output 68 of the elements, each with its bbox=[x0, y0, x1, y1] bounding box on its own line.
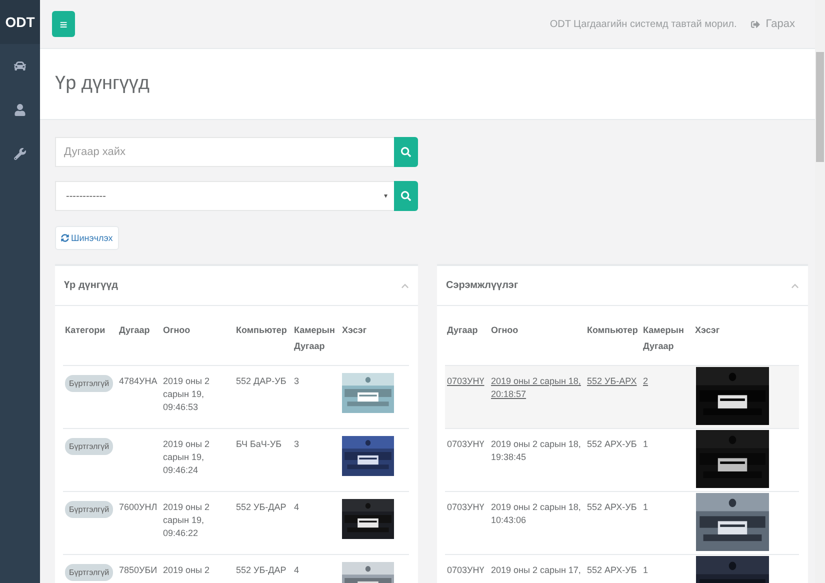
table-cell-text: 552 АРХ-УБ bbox=[586, 438, 638, 451]
table-cell-text: 1 bbox=[642, 501, 650, 514]
column-header: Компьютер bbox=[235, 324, 288, 337]
table-cell-text: 2019 оны 2 сарын 18, 10:43:06 bbox=[490, 501, 582, 527]
refresh-button[interactable]: Шинэчлэх bbox=[55, 226, 119, 250]
table-cell: 7850УБИ bbox=[119, 565, 158, 575]
table-cell-text: БЧ БаЧ-УБ bbox=[235, 438, 283, 451]
table-link[interactable]: 0703УНҮ bbox=[447, 375, 487, 388]
table-cell-text: 2019 оны 2 сарын 18, 19:38:45 bbox=[490, 438, 582, 464]
search-field[interactable]: Дугаар хайх bbox=[55, 137, 394, 167]
search-button[interactable] bbox=[394, 137, 418, 167]
table-cell-text: 1 bbox=[642, 438, 650, 451]
column-header: Хэсэг bbox=[694, 324, 721, 337]
table-cell-text: 552 ДАР-УБ bbox=[235, 375, 288, 388]
table-row[interactable]: 0703УНҮ 2019 оны 2 сарын 18, 19:38:45 552 АРХ-УБ 1 bbox=[445, 429, 799, 492]
column-header: Камерын Дугаар bbox=[293, 324, 336, 353]
table-cell-text: 552 АРХ-УБ bbox=[586, 501, 638, 514]
table-cell-text: 2019 оны 2 сарын 19, 09:46:24 bbox=[162, 438, 210, 477]
category-badge: Бүртгэлгүй bbox=[65, 564, 114, 581]
app-logo: ODT bbox=[0, 0, 40, 44]
table-cell-text: 552 АРХ-УБ bbox=[586, 564, 638, 577]
panel-title: Сэрэмжлүүлэг bbox=[446, 280, 518, 291]
table-link[interactable]: 552 УБ-АРХ bbox=[587, 375, 639, 388]
table-cell-text: 1 bbox=[642, 564, 650, 577]
table-link[interactable]: 2 bbox=[643, 375, 691, 388]
search-icon bbox=[401, 191, 411, 201]
panel-title: Үр дүнгүүд bbox=[64, 280, 118, 291]
table-cell: 4784УНА bbox=[119, 376, 158, 386]
table-cell-text: 2019 оны 2 сарын 19, 09:46:53 bbox=[162, 375, 210, 414]
wrench-icon[interactable] bbox=[14, 148, 26, 160]
category-badge: Бүртгэлгүй bbox=[65, 375, 114, 392]
column-header: Огноо bbox=[162, 324, 192, 337]
user-icon[interactable] bbox=[14, 104, 26, 116]
column-header: Огноо bbox=[490, 324, 520, 337]
page-title: Үр дүнгүүд bbox=[55, 73, 150, 95]
collapse-icon[interactable] bbox=[791, 282, 799, 290]
car-icon[interactable] bbox=[14, 60, 26, 72]
column-header: Хэсэг bbox=[341, 324, 368, 337]
table-cell-text: 552 УБ-ДАР bbox=[235, 564, 288, 577]
table-cell-text: 0703УНҮ bbox=[446, 438, 486, 451]
table-cell-text: 3 bbox=[293, 438, 300, 451]
table-cell: 7600УНЛ bbox=[119, 502, 158, 512]
table-cell-text: 3 bbox=[293, 375, 300, 388]
table-cell-text: 4 bbox=[293, 564, 300, 577]
refresh-icon bbox=[61, 234, 69, 242]
table-cell-text: 0703УНҮ bbox=[446, 564, 486, 577]
table-row[interactable]: 0703УНҮ 2019 оны 2 сарын 18, 20:18:57 552 УБ-АРХ 2 bbox=[445, 366, 799, 429]
collapse-icon[interactable] bbox=[401, 282, 409, 290]
column-header: Компьютер bbox=[586, 324, 639, 337]
welcome-message: ODT Цагдаагийн системд тавтай морил. bbox=[550, 18, 737, 30]
column-header: Дугаар bbox=[446, 324, 479, 337]
menu-button[interactable]: ≡ bbox=[52, 11, 75, 37]
table-link[interactable]: 2019 оны 2 сарын 18, 20:18:57 bbox=[491, 375, 583, 401]
category-badge: Бүртгэлгүй bbox=[65, 438, 114, 455]
column-header: Категори bbox=[64, 324, 106, 337]
table-cell-text: 0703УНҮ bbox=[446, 501, 486, 514]
table-cell-text: 4 bbox=[293, 501, 300, 514]
table-cell-text: 552 УБ-ДАР bbox=[235, 501, 288, 514]
table-cell-text: 2019 оны 2 сарын 17, bbox=[490, 564, 582, 577]
table-cell-text: 2019 оны 2 сарын 19, 09:46:22 bbox=[162, 501, 210, 540]
table-cell-text: 2019 оны 2 bbox=[162, 564, 210, 577]
logout-icon bbox=[750, 20, 760, 28]
search-button[interactable] bbox=[394, 181, 418, 211]
table-row[interactable]: 0703УНҮ 2019 оны 2 сарын 18, 10:43:06 552 АРХ-УБ 1 bbox=[445, 492, 799, 555]
search-icon bbox=[401, 147, 411, 157]
column-header: Камерын Дугаар bbox=[642, 324, 685, 353]
category-badge: Бүртгэлгүй bbox=[65, 501, 114, 518]
column-header: Дугаар bbox=[118, 324, 151, 337]
